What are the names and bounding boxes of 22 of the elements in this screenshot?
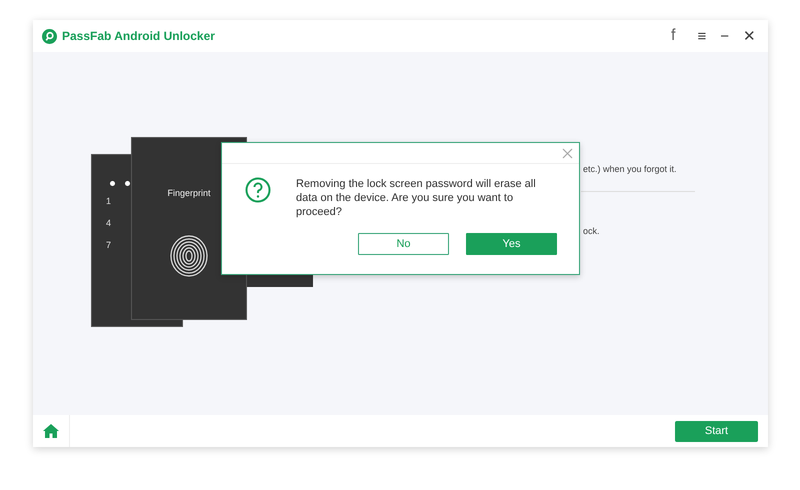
home-icon[interactable] xyxy=(43,424,59,438)
cancel-button[interactable]: No xyxy=(358,233,449,255)
start-button[interactable]: Start xyxy=(675,420,758,442)
close-icon[interactable] xyxy=(562,148,573,158)
logo-icon xyxy=(42,28,57,44)
dot-icon xyxy=(125,181,130,186)
fingerprint-icon xyxy=(169,234,209,278)
app-title: PassFab Android Unlocker xyxy=(62,29,215,43)
keypad-digit: 1 xyxy=(106,196,112,206)
card-label: Fingerprint xyxy=(167,188,211,198)
minimize-icon[interactable]: − xyxy=(720,28,729,44)
description-text: ock. xyxy=(583,226,600,236)
description-text: etc.) when you forgot it. xyxy=(583,164,677,174)
keypad-digit: 4 xyxy=(106,218,112,228)
dot-icon xyxy=(110,181,115,186)
dialog-message: Removing the lock screen password will erase all data on the device. Are you sure you want to proceed? xyxy=(296,177,537,219)
close-icon[interactable]: ✕ xyxy=(743,27,756,45)
keypad-digit: 7 xyxy=(106,240,112,250)
menu-icon[interactable]: ≡ xyxy=(697,28,706,44)
confirm-button[interactable]: Yes xyxy=(466,233,557,255)
question-icon xyxy=(245,177,271,203)
facebook-icon[interactable]: f xyxy=(671,27,676,45)
